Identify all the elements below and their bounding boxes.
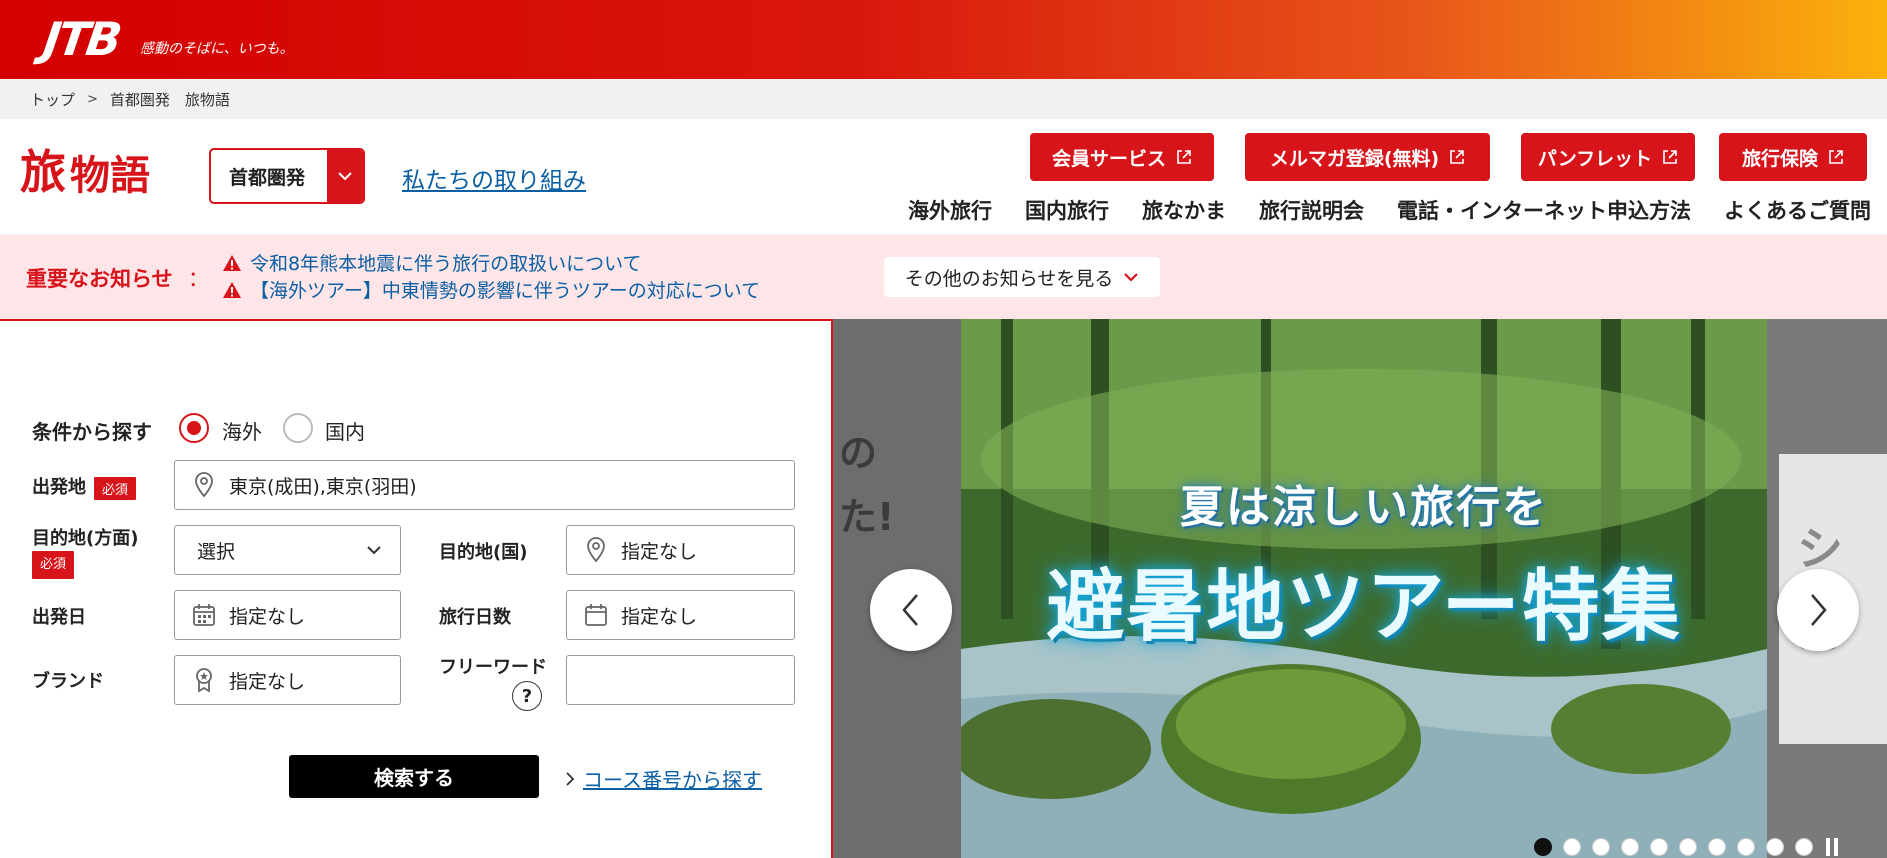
trip-days-label: 旅行日数 bbox=[439, 607, 511, 628]
tabimonogatari-logo[interactable]: 旅 物語 bbox=[20, 143, 150, 201]
notice-list: 令和8年熊本地震に伴う旅行の取扱いについて 【海外ツアー】中東情勢の影響に伴うツ… bbox=[222, 249, 760, 303]
chevron-down-icon bbox=[367, 546, 381, 555]
brand-field[interactable]: 指定なし bbox=[174, 655, 401, 705]
trip-days-field[interactable]: 指定なし bbox=[566, 590, 795, 640]
banner-title: 避暑地ツアー特集 bbox=[1046, 561, 1682, 652]
required-badge: 必須 bbox=[94, 476, 137, 500]
carousel-dot[interactable] bbox=[1795, 838, 1813, 856]
required-badge: 必須 bbox=[32, 551, 75, 579]
calendar-icon bbox=[583, 602, 609, 628]
carousel-dot[interactable] bbox=[1592, 838, 1610, 856]
notice-item[interactable]: 【海外ツアー】中東情勢の影響に伴うツアーの対応について bbox=[222, 276, 760, 303]
chevron-right-icon bbox=[1811, 594, 1827, 626]
carousel-dot[interactable] bbox=[1563, 838, 1581, 856]
nav-faq[interactable]: よくあるご質問 bbox=[1724, 195, 1871, 225]
hero-carousel: の た! 夏は涼しい旅行を 避暑地ツアー特集 シ 海 bbox=[833, 319, 1887, 858]
carousel-next-button[interactable] bbox=[1777, 569, 1859, 651]
notice-item[interactable]: 令和8年熊本地震に伴う旅行の取扱いについて bbox=[222, 249, 760, 276]
chevron-right-icon: > bbox=[87, 91, 98, 107]
freeword-input[interactable] bbox=[566, 655, 795, 705]
carousel-dot[interactable] bbox=[1708, 838, 1726, 856]
departure-date-label: 出発日 bbox=[32, 607, 86, 628]
dest-country-field[interactable]: 指定なし bbox=[566, 525, 795, 575]
active-slide-banner[interactable]: 夏は涼しい旅行を 避暑地ツアー特集 bbox=[961, 319, 1767, 858]
banner-subtitle: 夏は涼しい旅行を bbox=[1180, 482, 1548, 533]
freeword-label: フリーワード bbox=[439, 657, 547, 678]
radio-overseas[interactable] bbox=[179, 413, 209, 443]
calendar-icon bbox=[191, 602, 217, 628]
initiative-link[interactable]: 私たちの取り組み bbox=[402, 161, 586, 195]
carousel-dot[interactable] bbox=[1737, 838, 1755, 856]
nav-tabinakama[interactable]: 旅なかま bbox=[1142, 195, 1226, 225]
external-link-icon bbox=[1663, 150, 1677, 164]
nav-how-to-apply[interactable]: 電話・インターネット申込方法 bbox=[1397, 195, 1691, 225]
help-icon[interactable]: ? bbox=[512, 681, 542, 711]
external-link-icon bbox=[1450, 150, 1464, 164]
search-heading: 条件から探す bbox=[32, 420, 152, 444]
jtb-logo[interactable]: JTB bbox=[40, 12, 122, 66]
radio-domestic-label[interactable]: 国内 bbox=[325, 416, 365, 445]
carousel-dot[interactable] bbox=[1534, 838, 1552, 856]
tagline: 感動のそばに、いつも。 bbox=[140, 41, 294, 57]
course-number-link[interactable]: コース番号から探す bbox=[565, 764, 762, 793]
warning-icon bbox=[223, 254, 241, 271]
map-pin-icon bbox=[191, 472, 217, 498]
notice-title: 重要なお知らせ bbox=[26, 267, 173, 291]
dest-area-label: 目的地(方面) 必須 bbox=[32, 527, 138, 579]
chevron-down-icon bbox=[1124, 273, 1139, 282]
prev-slide-text: の た! bbox=[839, 431, 895, 539]
external-link-icon bbox=[1829, 150, 1843, 164]
departure-date-field[interactable]: 指定なし bbox=[174, 590, 401, 640]
member-service-button[interactable]: 会員サービス bbox=[1030, 133, 1214, 181]
region-select-value: 首都圏発 bbox=[229, 166, 306, 189]
external-link-icon bbox=[1177, 150, 1191, 164]
breadcrumb-current: 首都圏発 旅物語 bbox=[109, 90, 230, 109]
carousel-pagination bbox=[1534, 838, 1840, 856]
carousel-dot[interactable] bbox=[1621, 838, 1639, 856]
newsletter-button[interactable]: メルマガ登録(無料) bbox=[1245, 133, 1490, 181]
nav-overseas[interactable]: 海外旅行 bbox=[908, 195, 992, 225]
chevron-left-icon bbox=[902, 594, 918, 626]
search-button[interactable]: 検索する bbox=[289, 755, 539, 798]
departure-label: 出発地 必須 bbox=[32, 473, 137, 500]
breadcrumb: トップ > 首都圏発 旅物語 bbox=[0, 79, 1887, 119]
notice-colon: ： bbox=[188, 267, 209, 291]
site-header: JTB 感動のそばに、いつも。 bbox=[0, 0, 1887, 79]
chevron-right-icon bbox=[566, 771, 575, 786]
radio-domestic[interactable] bbox=[283, 413, 313, 443]
pause-icon[interactable] bbox=[1826, 838, 1840, 856]
radio-overseas-label[interactable]: 海外 bbox=[222, 416, 262, 445]
departure-field[interactable]: 東京(成田),東京(羽田) bbox=[174, 460, 795, 510]
carousel-dot[interactable] bbox=[1766, 838, 1784, 856]
carousel-prev-button[interactable] bbox=[870, 569, 952, 651]
nav-domestic[interactable]: 国内旅行 bbox=[1025, 195, 1109, 225]
carousel-dot[interactable] bbox=[1650, 838, 1668, 856]
more-notices-button[interactable]: その他のお知らせを見る bbox=[884, 257, 1160, 297]
nav-seminar[interactable]: 旅行説明会 bbox=[1259, 195, 1364, 225]
warning-icon bbox=[223, 281, 241, 298]
pamphlet-button[interactable]: パンフレット bbox=[1521, 133, 1695, 181]
chevron-down-icon bbox=[327, 150, 363, 202]
brand-label: ブランド bbox=[32, 671, 104, 692]
dest-area-select[interactable]: 選択 bbox=[174, 525, 401, 575]
carousel-dot[interactable] bbox=[1679, 838, 1697, 856]
badge-icon bbox=[191, 667, 217, 693]
brand-bar: 旅 物語 首都圏発 私たちの取り組み 会員サービス メルマガ登録(無料) パンフ… bbox=[0, 119, 1887, 235]
insurance-button[interactable]: 旅行保険 bbox=[1719, 133, 1867, 181]
important-notice-bar: 重要なお知らせ ： 令和8年熊本地震に伴う旅行の取扱いについて 【海外ツアー】中… bbox=[0, 235, 1887, 319]
breadcrumb-top-link[interactable]: トップ bbox=[30, 89, 75, 110]
dest-country-label: 目的地(国) bbox=[439, 542, 528, 563]
region-select[interactable]: 首都圏発 bbox=[209, 148, 365, 204]
map-pin-icon bbox=[583, 537, 609, 563]
search-panel: 条件から探す 海外 国内 出発地 必須 東京(成田),東京(羽田) 目的地(方面)… bbox=[0, 319, 833, 858]
global-nav: 海外旅行 国内旅行 旅なかま 旅行説明会 電話・インターネット申込方法 よくある… bbox=[908, 195, 1871, 225]
